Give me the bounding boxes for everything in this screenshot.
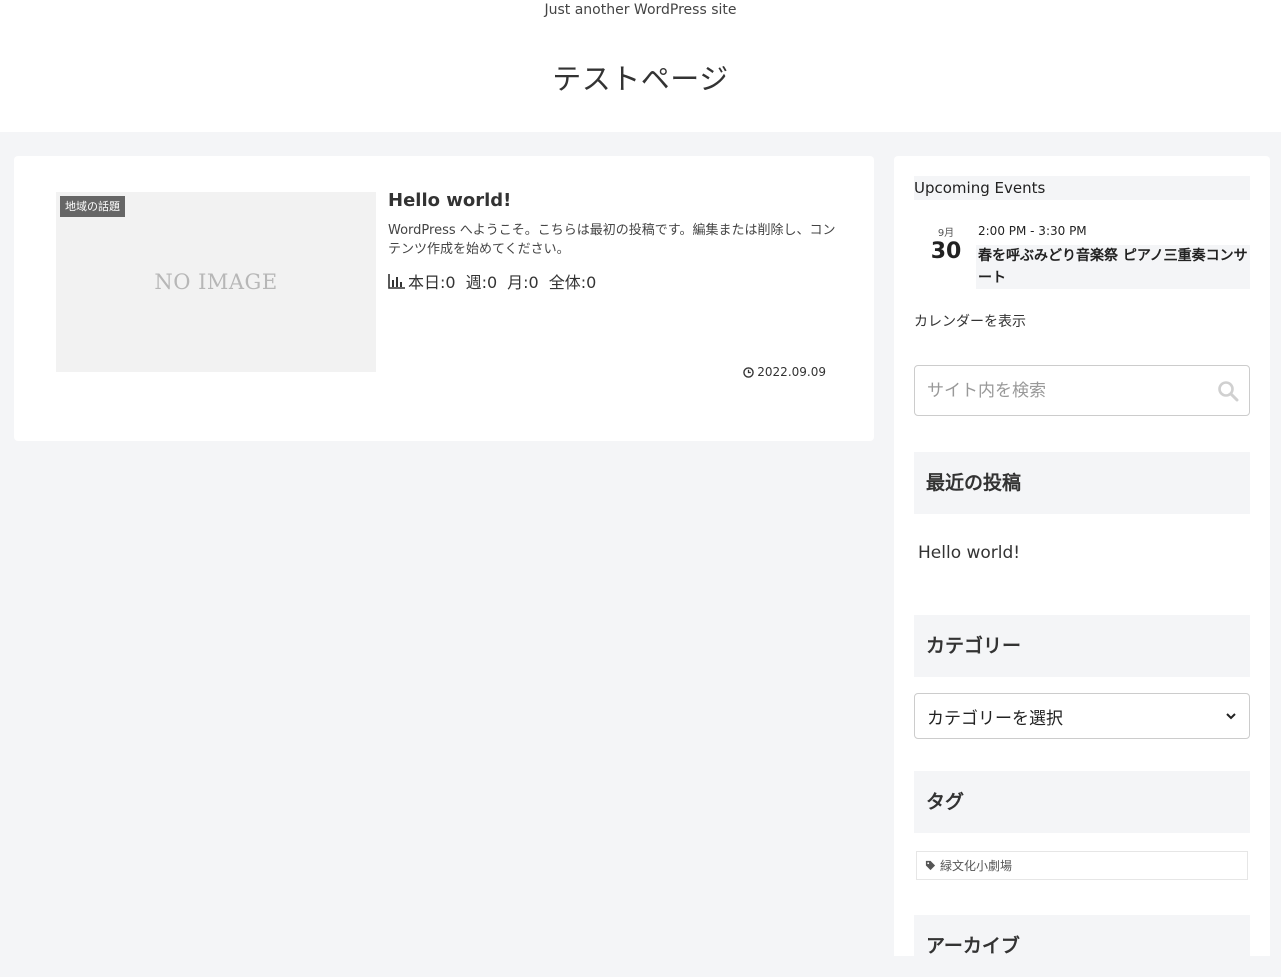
event-day: 30 bbox=[930, 239, 962, 264]
tag-label: 緑文化小劇場 bbox=[940, 859, 1013, 873]
site-header: Just another WordPress site テストページ bbox=[0, 0, 1281, 132]
bar-chart-icon bbox=[388, 274, 405, 289]
event-month: 9月 bbox=[937, 228, 955, 239]
categories-heading: カテゴリー bbox=[914, 615, 1250, 677]
thumbnail-placeholder-text: NO IMAGE bbox=[154, 270, 278, 294]
post-excerpt: WordPress へようこそ。こちらは最初の投稿です。編集または削除し、コンテ… bbox=[388, 223, 836, 257]
post-views: 本日:0 週:0 月:0 全体:0 bbox=[388, 269, 604, 293]
upcoming-events-heading: Upcoming Events bbox=[914, 176, 1250, 200]
view-calendar-link[interactable]: カレンダーを表示 bbox=[914, 311, 1026, 331]
tag-icon bbox=[925, 860, 936, 871]
search-icon[interactable] bbox=[1217, 380, 1239, 402]
recent-posts-heading: 最近の投稿 bbox=[914, 452, 1250, 514]
post-date: 2022.09.09 bbox=[743, 365, 826, 379]
site-tagline: Just another WordPress site bbox=[544, 2, 737, 18]
recent-post-link[interactable]: Hello world! bbox=[918, 543, 1020, 563]
post-card[interactable]: NO IMAGE 地域の話題 Hello world! WordPress へよ… bbox=[14, 156, 874, 441]
post-date-text: 2022.09.09 bbox=[757, 365, 826, 379]
post-thumbnail[interactable]: NO IMAGE 地域の話題 bbox=[56, 192, 376, 372]
event-title-link[interactable]: 春を呼ぶみどり音楽祭 ピアノ三重奏コンサート bbox=[976, 245, 1250, 289]
category-label: 地域の話題 bbox=[60, 196, 125, 217]
category-select[interactable]: カテゴリーを選択 bbox=[914, 693, 1250, 739]
archives-heading: アーカイブ bbox=[914, 915, 1250, 977]
chevron-down-icon bbox=[1226, 713, 1236, 720]
sidebar: Upcoming Events 9月 30 2:00 PM - 3:30 PM … bbox=[894, 156, 1270, 977]
search-input[interactable] bbox=[915, 366, 1205, 415]
search-box bbox=[914, 365, 1250, 416]
views-week: 週:0 bbox=[465, 273, 498, 292]
event-date: 9月 30 bbox=[926, 224, 966, 265]
event-time: 2:00 PM - 3:30 PM bbox=[978, 224, 1087, 238]
tags-heading: タグ bbox=[914, 771, 1250, 833]
post-title[interactable]: Hello world! bbox=[388, 190, 511, 211]
site-title[interactable]: テストページ bbox=[0, 56, 1281, 98]
clock-icon bbox=[743, 366, 755, 378]
views-month: 月:0 bbox=[507, 273, 539, 292]
views-today: 本日:0 bbox=[408, 273, 456, 292]
views-total: 全体:0 bbox=[548, 273, 597, 292]
tag-link[interactable]: 緑文化小劇場 bbox=[916, 851, 1248, 880]
category-select-value: カテゴリーを選択 bbox=[927, 708, 1063, 729]
